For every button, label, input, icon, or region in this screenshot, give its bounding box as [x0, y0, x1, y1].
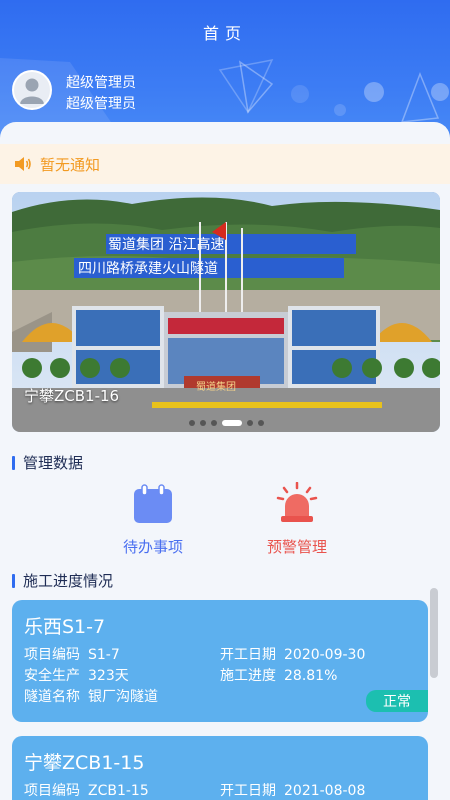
- field-label: 安全生产: [24, 668, 80, 684]
- project-name: 乐西S1-7: [24, 616, 106, 638]
- calendar-icon: [134, 484, 172, 523]
- project-code: ZCB1-15: [88, 783, 149, 799]
- banner-sign-line2: 四川路桥承建火山隧道: [78, 261, 218, 277]
- todo-button[interactable]: 待办事项: [98, 484, 208, 557]
- section-marker: [12, 455, 15, 470]
- banner-caption: 宁攀ZCB1-16: [24, 387, 120, 405]
- project-name: 宁攀ZCB1-15: [24, 752, 145, 774]
- field-label: 开工日期: [220, 783, 276, 799]
- page-title: 首页: [202, 24, 247, 43]
- start-date: 2020-09-30: [284, 647, 366, 663]
- notice-text: 暂无通知: [40, 155, 101, 174]
- card-row: 项目编码 ZCB1-15 开工日期 2021-08-08: [24, 781, 416, 800]
- project-card[interactable]: 乐西S1-7 项目编码 S1-7 开工日期 2020-09-30 安全生产 32…: [12, 600, 428, 722]
- user-name: 超级管理员: [66, 96, 136, 112]
- project-code: S1-7: [88, 647, 120, 663]
- banner-sign-line1: 蜀道集团 沿江高速: [108, 236, 224, 253]
- field-label: 开工日期: [220, 647, 276, 663]
- carousel-dot[interactable]: [188, 420, 195, 426]
- project-card[interactable]: 宁攀ZCB1-15 项目编码 ZCB1-15 开工日期 2021-08-08: [12, 736, 428, 800]
- user-icon: [20, 78, 44, 104]
- carousel-dot[interactable]: [199, 420, 206, 426]
- status-badge: 正常: [366, 690, 428, 712]
- card-row: 项目编码 S1-7 开工日期 2020-09-30: [24, 645, 416, 666]
- alarm-light-icon: [276, 481, 318, 522]
- card-row: 安全生产 323天 施工进度 28.81%: [24, 666, 416, 687]
- safety-days: 323天: [88, 668, 129, 684]
- carousel-dots[interactable]: [12, 420, 440, 426]
- carousel-dot[interactable]: [257, 420, 264, 426]
- main-panel: 暂无通知 蜀道集团 沿江高速 四川路桥承建火山隧道 蜀道集团 宁攀ZCB1-16…: [0, 122, 450, 800]
- progress-percent: 28.81%: [284, 668, 338, 684]
- carousel-dot[interactable]: [246, 420, 253, 426]
- carousel-dot-active[interactable]: [221, 420, 242, 426]
- notice-bar[interactable]: 暂无通知: [0, 144, 450, 184]
- field-label: 项目编码: [24, 647, 80, 663]
- section-progress: 施工进度情况: [12, 570, 113, 591]
- field-label: 施工进度: [220, 668, 276, 684]
- speaker-icon: [15, 157, 31, 171]
- tunnel-name: 银厂沟隧道: [88, 689, 158, 705]
- section-title: 管理数据: [23, 454, 84, 472]
- todo-label: 待办事项: [122, 538, 183, 556]
- carousel-dot[interactable]: [210, 420, 217, 426]
- field-label: 项目编码: [24, 783, 80, 799]
- banner-carousel[interactable]: 蜀道集团 沿江高速 四川路桥承建火山隧道 蜀道集团 宁攀ZCB1-16: [12, 192, 440, 432]
- alarm-management-label: 预警管理: [266, 538, 327, 556]
- card-row: 隧道名称 银厂沟隧道: [24, 687, 416, 708]
- section-title: 施工进度情况: [23, 572, 114, 590]
- start-date: 2021-08-08: [284, 783, 366, 799]
- alarm-management-button[interactable]: 预警管理: [242, 481, 352, 557]
- scrollbar[interactable]: [430, 588, 438, 678]
- field-label: 隧道名称: [24, 689, 80, 705]
- section-management: 管理数据: [12, 452, 83, 473]
- banner-building-sign: 蜀道集团: [196, 380, 236, 393]
- avatar[interactable]: [12, 70, 52, 110]
- section-marker: [12, 573, 15, 588]
- user-role: 超级管理员: [66, 75, 136, 91]
